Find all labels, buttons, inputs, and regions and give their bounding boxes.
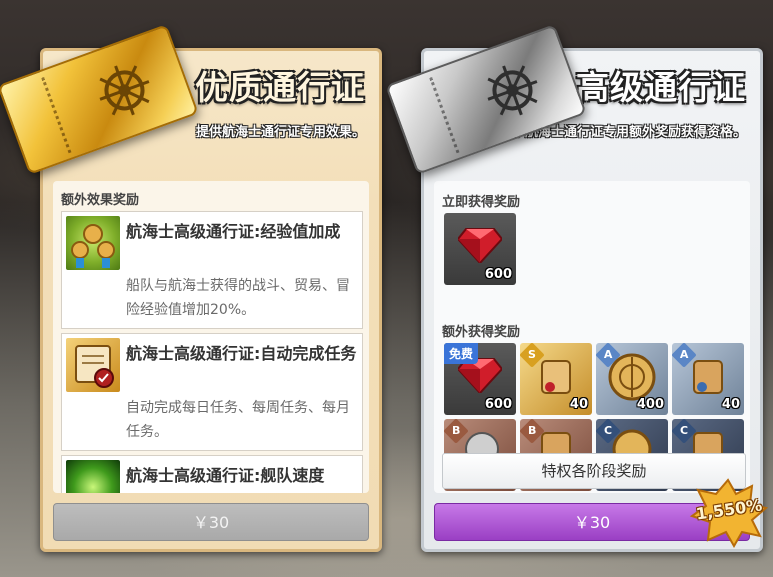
quest-scroll-icon <box>66 338 120 392</box>
ship-wheel-icon <box>487 65 538 116</box>
item-count: 600 <box>484 397 512 412</box>
reward-title: 航海士高级通行证:舰队速度 <box>126 466 325 485</box>
premium-pass-subtitle: 提供航海士通行证专用效果。 <box>195 125 365 140</box>
reward-description: 船队与航海士获得的战斗、贸易、冒险经验值增加20%。 <box>126 278 350 318</box>
item-count: 600 <box>484 267 512 282</box>
ticket-perforation <box>429 77 460 154</box>
reward-description: 自动完成每日任务、每周任务、每月任务。 <box>126 400 350 440</box>
reward-card-fleet-speed: 航海士高级通行证:舰队速度 <box>61 455 363 493</box>
premium-pass-title: 优质通行证 <box>195 68 365 107</box>
reward-title: 航海士高级通行证:自动完成任务 <box>126 344 357 363</box>
extra-reward-item[interactable]: A 40 <box>672 343 744 415</box>
ruby-gem-icon <box>458 228 502 263</box>
reward-card-exp-boost: 航海士高级通行证:经验值加成 船队与航海士获得的战斗、贸易、冒险经验值增加20%… <box>61 211 363 329</box>
fleet-speed-icon <box>66 460 120 493</box>
scroll-item-icon <box>693 360 723 394</box>
premium-pass-price-button[interactable]: ￥30 <box>53 503 369 541</box>
instant-reward-label: 立即获得奖励 <box>442 195 521 210</box>
premium-rewards-box: 额外效果奖励 航海士高级通行证:经验值加成 船队与航海士获得的战斗、贸易、冒险经… <box>53 181 369 493</box>
instant-reward-item[interactable]: 600 <box>444 213 516 285</box>
extra-reward-label: 额外获得奖励 <box>442 325 521 340</box>
ship-wheel-icon <box>99 65 150 116</box>
item-count: 400 <box>636 397 664 412</box>
extra-reward-item[interactable]: S 40 <box>520 343 592 415</box>
ticket-perforation <box>41 77 72 154</box>
extra-reward-item[interactable]: 免费 600 <box>444 343 516 415</box>
medal-icon <box>66 216 120 270</box>
reward-card-auto-quest: 航海士高级通行证:自动完成任务 自动完成每日任务、每周任务、每月任务。 <box>61 333 363 451</box>
item-count: 40 <box>721 397 740 412</box>
advanced-pass-title: 高级通行证 <box>576 68 746 107</box>
reward-title: 航海士高级通行证:经验值加成 <box>126 222 341 241</box>
premium-section-label: 额外效果奖励 <box>61 193 140 208</box>
advanced-rewards-box: 立即获得奖励 600 额外获得奖励 免费 600 S 40 A 400 A 40… <box>434 181 750 493</box>
astrolabe-icon <box>608 353 656 401</box>
free-badge: 免费 <box>444 343 479 364</box>
item-count: 40 <box>569 397 588 412</box>
scroll-item-icon <box>541 360 571 394</box>
extra-reward-item[interactable]: A 400 <box>596 343 668 415</box>
